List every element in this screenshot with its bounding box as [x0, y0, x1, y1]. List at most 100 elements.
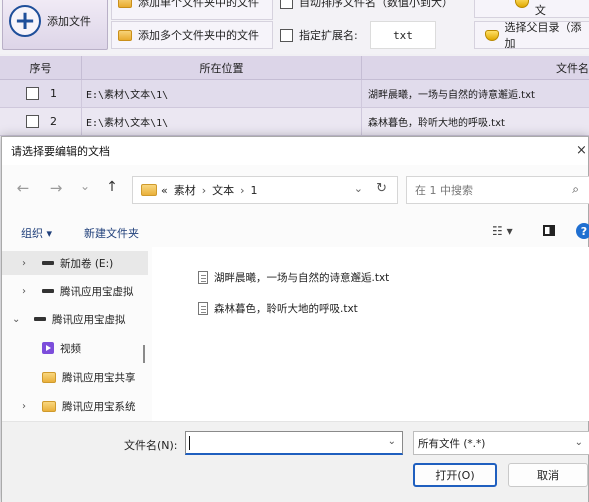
nav-item-label: 腾讯应用宝系统 [62, 400, 136, 413]
auto-sort-option[interactable]: 自动排序文件名（数值小到大） [280, 0, 453, 16]
row-filename: 湖畔晨曦，一场与自然的诗意邂逅.txt [368, 90, 535, 101]
nav-item-new-volume[interactable]: › 新加卷 (E:) [2, 251, 148, 275]
shield-icon [515, 0, 529, 8]
shield-icon [485, 29, 499, 41]
drive-icon [34, 317, 46, 321]
open-button[interactable]: 打开(O) [413, 463, 497, 487]
row-location: E:\素材\文本\1\ [82, 80, 362, 107]
row-location: E:\素材\文本\1\ [82, 108, 362, 135]
toolbar: + 添加文件 添加单个文件夹中的文件 添加多个文件夹中的文件 自动排序文件名（数… [0, 0, 589, 54]
folder-icon [42, 400, 56, 412]
file-item[interactable]: 湖畔晨曦，一场与自然的诗意邂逅.txt [198, 267, 389, 287]
chevron-right-icon[interactable]: › [22, 401, 26, 412]
preview-pane-icon[interactable] [543, 225, 555, 236]
breadcrumb-separator: › [201, 183, 207, 197]
chevron-right-icon[interactable]: › [22, 258, 26, 269]
back-arrow-icon[interactable]: ← [14, 179, 32, 197]
column-header-index[interactable]: 序号 [0, 56, 82, 79]
nav-item-tencent-system[interactable]: › 腾讯应用宝系统 [2, 394, 148, 418]
row-index-cell: 2 [0, 108, 82, 135]
close-icon[interactable]: × [576, 143, 588, 158]
file-item[interactable]: 森林暮色，聆听大地的呼吸.txt [198, 298, 358, 318]
refresh-icon[interactable]: ↻ [376, 181, 387, 196]
text-cursor [189, 436, 190, 450]
search-placeholder: 在 1 中搜索 [415, 184, 473, 197]
specify-ext-label: 指定扩展名: [299, 29, 358, 42]
organize-menu[interactable]: 组织 ▾ [21, 225, 52, 241]
auto-sort-checkbox[interactable] [280, 0, 293, 9]
up-arrow-icon[interactable]: ↑ [103, 179, 121, 195]
add-single-folder-label: 添加单个文件夹中的文件 [138, 0, 259, 9]
table-header: 序号 所在位置 文件名 [0, 56, 589, 80]
help-icon[interactable]: ? [576, 223, 589, 239]
specify-ext-option[interactable]: 指定扩展名: [280, 21, 358, 49]
open-file-dialog: 请选择要编辑的文档 × ← → ⌄ ↑ « 素材 › 文本 › 1 ⌄ ↻ 在 … [1, 136, 589, 502]
extension-input[interactable]: txt [370, 21, 436, 49]
chevron-down-icon[interactable]: ⌄ [575, 437, 583, 448]
chevron-down-icon[interactable]: ⌄ [354, 182, 363, 195]
search-icon: ⌕ [572, 182, 579, 196]
nav-pane-scrollbar[interactable] [143, 345, 145, 363]
nav-item-label: 视频 [60, 342, 81, 355]
folder-icon [42, 371, 56, 383]
search-input[interactable]: 在 1 中搜索 ⌕ [406, 176, 589, 204]
breadcrumb-item[interactable]: 素材 [174, 182, 196, 198]
nav-item-label: 腾讯应用宝虚拟 [52, 313, 126, 326]
breadcrumb-separator: › [240, 183, 245, 197]
drive-icon [42, 261, 54, 265]
new-folder-button[interactable]: 新建文件夹 [84, 225, 139, 241]
column-header-filename[interactable]: 文件名 [362, 56, 589, 79]
auto-sort-label: 自动排序文件名（数值小到大） [299, 0, 453, 9]
breadcrumb-item[interactable]: 1 [251, 184, 258, 197]
video-icon [42, 342, 54, 354]
recent-locations-icon[interactable]: ⌄ [76, 179, 94, 193]
dialog-titlebar: 请选择要编辑的文档 × [2, 137, 588, 165]
dialog-title: 请选择要编辑的文档 [11, 145, 110, 158]
filetype-select[interactable]: 所有文件 (*.*) ⌄ [413, 431, 589, 455]
file-name: 森林暮色，聆听大地的呼吸.txt [214, 302, 358, 315]
forward-arrow-icon[interactable]: → [47, 179, 65, 197]
breadcrumb-more[interactable]: « [161, 184, 168, 197]
folder-icon [141, 184, 157, 196]
drive-icon [42, 289, 54, 293]
plus-icon: + [9, 5, 41, 37]
view-options-icon[interactable]: ☷ ▾ [492, 224, 513, 238]
nav-item-tencent-vm[interactable]: › 腾讯应用宝虚拟 [2, 279, 148, 303]
table-row[interactable]: 1 E:\素材\文本\1\ 湖畔晨曦，一场与自然的诗意邂逅.txt [0, 80, 589, 108]
filename-input[interactable]: ⌄ [185, 431, 403, 455]
text-file-icon [198, 270, 208, 284]
address-bar[interactable]: « 素材 › 文本 › 1 ⌄ ↻ [132, 176, 398, 204]
row-index-cell: 1 [0, 80, 82, 107]
select-parent-label: 选择父目录（添加 [504, 21, 582, 50]
folder-icon [118, 29, 132, 41]
add-multi-right-item[interactable]: 添加多个文 [515, 0, 589, 17]
folder-icon [118, 0, 132, 8]
add-multi-right-label: 添加多个文 [534, 0, 579, 17]
column-header-location[interactable]: 所在位置 [82, 56, 362, 79]
cancel-button[interactable]: 取消 [508, 463, 588, 487]
add-file-button[interactable]: + 添加文件 [2, 0, 108, 50]
add-single-folder-item[interactable]: 添加单个文件夹中的文件 [118, 0, 259, 16]
chevron-right-icon[interactable]: › [22, 286, 26, 297]
breadcrumb-item[interactable]: 文本 [212, 182, 234, 198]
nav-item-tencent-shared[interactable]: 腾讯应用宝共享 [2, 365, 148, 389]
select-parent-item[interactable]: 选择父目录（添加 [485, 21, 589, 50]
file-table: 序号 所在位置 文件名 1 E:\素材\文本\1\ 湖畔晨曦，一场与自然的诗意邂… [0, 56, 589, 136]
nav-item-label: 腾讯应用宝虚拟 [60, 285, 134, 298]
row-checkbox[interactable] [26, 87, 39, 100]
dialog-footer: 文件名(N): ⌄ 所有文件 (*.*) ⌄ 打开(O) 取消 [2, 421, 589, 502]
row-index: 2 [50, 115, 57, 128]
specify-ext-checkbox[interactable] [280, 28, 293, 42]
nav-item-tencent-vm-expanded[interactable]: ⌄ 腾讯应用宝虚拟 [2, 307, 148, 331]
chevron-down-icon[interactable]: ⌄ [388, 436, 396, 447]
nav-item-video[interactable]: 视频 [2, 336, 148, 360]
navigation-pane: › 新加卷 (E:) › 腾讯应用宝虚拟 ⌄ 腾讯应用宝虚拟 视频 腾讯应用宝共… [2, 247, 150, 421]
chevron-down-icon[interactable]: ⌄ [12, 314, 20, 325]
table-row[interactable]: 2 E:\素材\文本\1\ 森林暮色，聆听大地的呼吸.txt [0, 108, 589, 136]
row-checkbox[interactable] [26, 115, 39, 128]
nav-item-label: 新加卷 (E:) [60, 257, 114, 270]
command-bar: 组织 ▾ 新建文件夹 ☷ ▾ ? [2, 217, 589, 245]
filetype-value: 所有文件 (*.*) [418, 437, 486, 450]
add-multi-folder-label: 添加多个文件夹中的文件 [138, 29, 259, 42]
add-multi-folder-item[interactable]: 添加多个文件夹中的文件 [118, 21, 259, 49]
